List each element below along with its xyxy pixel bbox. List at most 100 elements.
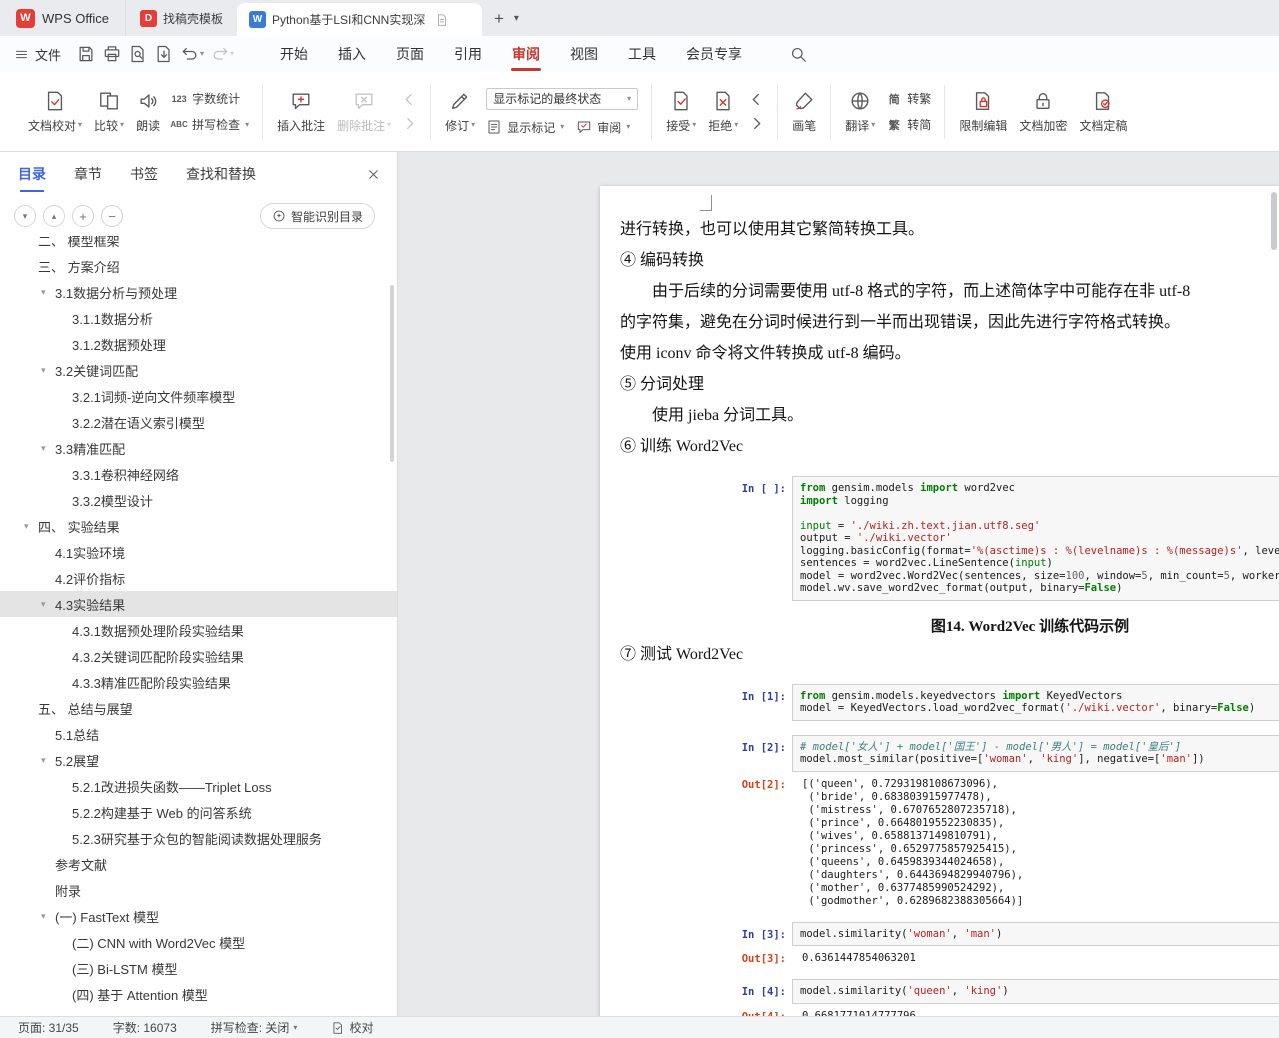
toc-item[interactable]: ▾ 4.3实验结果 (0, 591, 397, 617)
toc-item[interactable]: 4.3.3精准匹配阶段实验结果 (0, 669, 397, 695)
collapse-toggle-icon[interactable]: ▾ (41, 911, 46, 922)
code-cell[interactable]: In [ ]: from gensim.models import word2ve… (620, 476, 1279, 601)
undo-button[interactable]: ▾ (180, 44, 204, 64)
previous-revision-button[interactable] (748, 91, 765, 108)
markup-state-select[interactable]: 显示标记的最终状态 ▾ (486, 87, 639, 110)
docer-template-tab[interactable]: D 找稿壳模板 (124, 0, 237, 36)
document-page[interactable]: 进行转换，也可以使用其它繁简转换工具。 ④ 编码转换 由于后续的分词需要使用 utf… (600, 186, 1279, 1016)
toc-item[interactable]: (三) Bi-LSTM 模型 (0, 955, 397, 981)
toc-item[interactable]: ▾ 5.2展望 (0, 747, 397, 773)
toc-item[interactable]: 5.2.3研究基于众包的智能阅读数据处理服务 (0, 825, 397, 851)
toc-item[interactable]: 3.3.2模型设计 (0, 487, 397, 513)
doc-paragraph[interactable]: 进行转换，也可以使用其它繁简转换工具。 (620, 214, 1279, 245)
toc-item[interactable]: 参考文献 (0, 851, 397, 877)
spell-check-button[interactable]: ABC 拼写检查 ▾ (170, 116, 249, 133)
collapse-toggle-icon[interactable]: ▾ (24, 521, 29, 532)
spell-check-status[interactable]: 拼写检查: 关闭 ▾ (211, 1019, 298, 1036)
compare-button[interactable]: 比较 ▾ (88, 86, 130, 138)
doc-paragraph[interactable]: ④ 编码转换 (620, 245, 1279, 276)
print-preview-button[interactable] (128, 44, 148, 64)
toc-item[interactable]: 三、 方案介绍 (0, 253, 397, 279)
doc-paragraph[interactable]: ⑥ 训练 Word2Vec (620, 431, 1279, 462)
sidebar-tab-chapters[interactable]: 章节 (74, 164, 102, 184)
sidebar-tab-toc[interactable]: 目录 (18, 164, 46, 192)
toc-item[interactable]: 3.1.1数据分析 (0, 305, 397, 331)
reject-revision-button[interactable]: 拒绝 ▾ (702, 86, 744, 138)
toc-item[interactable]: ▾ 3.1数据分析与预处理 (0, 279, 397, 305)
code-cell[interactable]: In [4]: model.similarity('queen', 'king') (620, 979, 1279, 1004)
menu-tab-insert[interactable]: 插入 (323, 36, 381, 72)
expand-all-button[interactable]: ▴ (43, 205, 65, 227)
close-icon[interactable] (366, 167, 381, 182)
page-indicator[interactable]: 页面: 31/35 (18, 1019, 79, 1036)
toc-item[interactable]: 3.2.1词频-逆向文件频率模型 (0, 383, 397, 409)
toc-item[interactable]: 二、 模型框架 (0, 236, 397, 253)
collapse-toggle-icon[interactable]: ▾ (41, 443, 46, 454)
read-aloud-button[interactable]: 朗读 (130, 86, 166, 138)
word-count-button[interactable]: 123 字数统计 (171, 90, 249, 107)
output-cell[interactable]: Out[2]: [('queen', 0.7293198108673096), (… (620, 778, 1279, 908)
toc-item[interactable]: 3.2.2潜在语义索引模型 (0, 409, 397, 435)
toc-item[interactable]: (四) 基于 Attention 模型 (0, 981, 397, 1007)
sidebar-tab-find-replace[interactable]: 查找和替换 (186, 164, 256, 184)
to-simplified-button[interactable]: 繁转简 (886, 116, 932, 133)
wps-home-button[interactable]: W WPS Office (0, 0, 125, 36)
proofread-button[interactable]: 文档校对 ▾ (22, 86, 88, 138)
smart-toc-button[interactable]: 智能识别目录 (259, 203, 375, 229)
toc-item[interactable]: 4.3.2关键词匹配阶段实验结果 (0, 643, 397, 669)
insert-comment-button[interactable]: 插入批注 (271, 86, 331, 138)
new-tab-button[interactable]: + (494, 10, 504, 27)
menu-tab-tools[interactable]: 工具 (613, 36, 671, 72)
collapse-toggle-icon[interactable]: ▾ (41, 599, 46, 610)
save-button[interactable] (76, 44, 96, 64)
toc-item[interactable]: 5.2.1改进损失函数——Triplet Loss (0, 773, 397, 799)
word-count-indicator[interactable]: 字数: 16073 (113, 1019, 177, 1036)
finalize-document-button[interactable]: 文档定稿 (1073, 86, 1133, 138)
toc-item[interactable]: ▾ 四、 实验结果 (0, 513, 397, 539)
menu-tab-reference[interactable]: 引用 (439, 36, 497, 72)
menu-tab-view[interactable]: 视图 (555, 36, 613, 72)
doc-paragraph[interactable]: ⑤ 分词处理 (620, 369, 1279, 400)
sidebar-tab-bookmarks[interactable]: 书签 (130, 164, 158, 184)
code-cell[interactable]: In [3]: model.similarity('woman', 'man') (620, 921, 1279, 946)
doc-paragraph[interactable]: 使用 iconv 命令将文件转换成 utf-8 编码。 (620, 338, 1279, 369)
collapse-toggle-icon[interactable]: ▾ (41, 755, 46, 766)
toc-item[interactable]: 附录 (0, 877, 397, 903)
to-traditional-button[interactable]: 简转繁 (886, 90, 932, 107)
output-cell[interactable]: Out[3]: 0.6361447854063201 (620, 952, 1279, 965)
doc-paragraph[interactable]: 使用 jieba 分词工具。 (620, 400, 1279, 431)
toc-item[interactable]: 3.3.1卷积神经网络 (0, 461, 397, 487)
track-changes-button[interactable]: 修订 ▾ (439, 86, 481, 138)
toc-item[interactable]: (二) CNN with Word2Vec 模型 (0, 929, 397, 955)
menu-tab-review[interactable]: 审阅 (497, 36, 555, 72)
figure-caption[interactable]: 图14. Word2Vec 训练代码示例 (620, 615, 1279, 639)
collapse-toggle-icon[interactable]: ▾ (41, 287, 46, 298)
code-cell[interactable]: In [1]: from gensim.models.keyedvectors i… (620, 683, 1279, 721)
proofread-status[interactable]: 校对 (331, 1019, 373, 1036)
collapse-toggle-icon[interactable]: ▾ (41, 365, 46, 376)
show-markup-button[interactable]: 显示标记 ▾ (486, 119, 564, 136)
doc-paragraph[interactable]: 的字符集，避免在分词时候进行到一半而出现错误，因此先进行字符格式转换。 (620, 307, 1279, 338)
toc-item[interactable]: 4.3.1数据预处理阶段实验结果 (0, 617, 397, 643)
next-revision-button[interactable] (748, 115, 765, 132)
reviewing-pane-button[interactable]: 审阅 ▾ (576, 119, 630, 136)
menu-tab-page[interactable]: 页面 (381, 36, 439, 72)
print-button[interactable] (102, 44, 122, 64)
doc-paragraph[interactable]: 由于后续的分词需要使用 utf-8 格式的字符，而上述简体字中可能存在非 utf… (620, 276, 1279, 307)
file-menu-button[interactable]: 文件 (14, 45, 61, 64)
export-button[interactable] (154, 44, 174, 64)
toc-item[interactable]: 4.2评价指标 (0, 565, 397, 591)
toc-item[interactable]: ▾ 3.2关键词匹配 (0, 357, 397, 383)
translate-button[interactable]: 翻译 ▾ (839, 86, 881, 138)
accept-revision-button[interactable]: 接受 ▾ (660, 86, 702, 138)
ink-pen-button[interactable]: 画笔 (786, 86, 822, 138)
code-cell[interactable]: In [2]: # model['女人'] + model['国王'] - mod… (620, 734, 1279, 772)
menu-tab-home[interactable]: 开始 (265, 36, 323, 72)
add-level-button[interactable]: + (72, 205, 94, 227)
restrict-editing-button[interactable]: 限制编辑 (953, 86, 1013, 138)
toc-item[interactable]: 5.2.2构建基于 Web 的问答系统 (0, 799, 397, 825)
remove-level-button[interactable]: − (101, 205, 123, 227)
tab-list-chevron-icon[interactable]: ▾ (514, 13, 519, 24)
toc-item[interactable]: 4.1实验环境 (0, 539, 397, 565)
toc-item[interactable]: 3.1.2数据预处理 (0, 331, 397, 357)
